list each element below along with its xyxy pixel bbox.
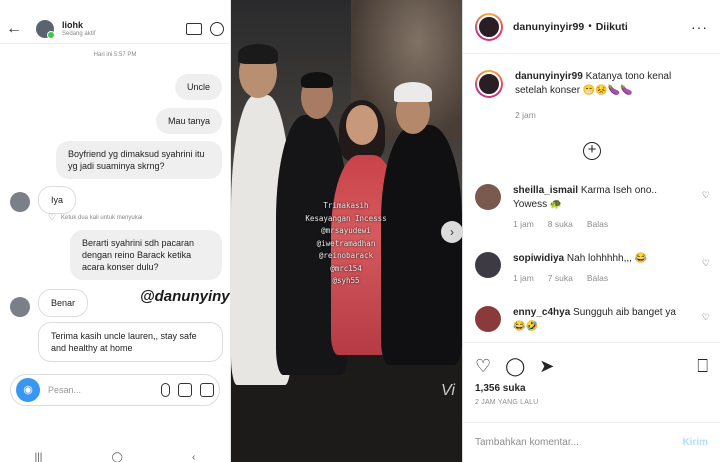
sender-avatar	[10, 192, 30, 212]
gallery-icon[interactable]	[178, 383, 192, 397]
load-more-icon[interactable]: +	[583, 142, 601, 160]
menu-icon[interactable]: |||	[35, 452, 43, 462]
dm-screenshot: ← liohk Sedang aktif Hari ini 5:57 PM Un…	[0, 0, 231, 462]
back-arrow-icon[interactable]: ←	[6, 20, 26, 38]
caption-avatar[interactable]	[475, 70, 503, 98]
comment-username[interactable]: sopiwidiya	[513, 253, 564, 264]
comment-bubble-icon[interactable]: ◯	[505, 357, 525, 375]
chat-time-label: Hari ini 5:57 PM	[93, 52, 137, 58]
post-time: 2 JAM YANG LALU	[475, 399, 539, 406]
contact-status: Sedang aktif	[62, 31, 96, 37]
double-tap-hint: ♡ Ketuk dua kali untuk menyukai	[48, 213, 142, 222]
caption-line: @iwetramadhan	[316, 238, 376, 248]
add-comment-bar: Tambahkan komentar... Kirim	[463, 422, 720, 462]
info-icon[interactable]	[210, 21, 224, 36]
message-composer: ◉ Pesan...	[10, 374, 220, 406]
corner-text: Vi	[441, 382, 455, 399]
comment-item: enny_c4hya Sungguh aib banget ya 😂🤣 ♡	[475, 306, 710, 334]
post-caption: danunyinyir99 Katanya tono kenal setelah…	[475, 70, 710, 122]
comment-avatar[interactable]	[475, 306, 501, 332]
comment-time: 1 jam	[513, 273, 534, 283]
image-caption: Trimakasih Kesayangan Incesss @mrsayudew…	[276, 200, 416, 288]
likes-count[interactable]: 1,356 suka	[463, 375, 720, 394]
account-name[interactable]: danunyinyir99	[513, 21, 584, 33]
microphone-icon[interactable]	[161, 383, 170, 397]
caption-line: @reinobarack	[318, 251, 374, 260]
comment-input[interactable]: Tambahkan komentar...	[475, 437, 682, 448]
contact-name[interactable]: liohk	[62, 20, 178, 30]
hint-text: Ketuk dua kali untuk menyukai	[61, 214, 143, 221]
home-icon[interactable]: ◯	[112, 452, 123, 462]
video-call-icon[interactable]	[186, 22, 202, 35]
comment-item: sopiwidiya Nah lohhhhh,,, 😂 1 jam 7 suka…	[475, 252, 710, 285]
post-header: danunyinyir99 • Diikuti ···	[463, 0, 720, 54]
composite-frame: ← liohk Sedang aktif Hari ini 5:57 PM Un…	[0, 0, 720, 462]
share-send-icon[interactable]: ➤	[539, 357, 554, 375]
reply-button[interactable]: Balas	[587, 217, 608, 231]
comment-avatar[interactable]	[475, 252, 501, 278]
sticker-icon[interactable]	[200, 383, 214, 397]
system-navbar: ||| ◯ ‹	[0, 452, 230, 462]
camera-icon[interactable]: ◉	[16, 378, 40, 402]
message-input[interactable]: Pesan...	[48, 385, 153, 395]
message-bubble: Terima kasih uncle lauren,, stay safe an…	[38, 322, 223, 362]
caption-line: @syh55	[332, 276, 360, 285]
more-options-icon[interactable]: ···	[691, 19, 708, 35]
profile-avatar[interactable]	[475, 12, 503, 41]
instagram-panel: danunyinyir99 • Diikuti ··· danunyinyir9…	[462, 0, 720, 462]
post-image[interactable]: Trimakasih Kesayangan Incesss @mrsayudew…	[231, 0, 462, 462]
comment-text: Nah lohhhhh,,, 😂	[566, 253, 648, 264]
comment-username[interactable]: enny_c4hya	[513, 307, 570, 318]
message-bubble: Mau tanya	[155, 108, 222, 134]
message-bubble: Uncle	[174, 74, 222, 100]
send-button[interactable]: Kirim	[682, 437, 708, 448]
bookmark-icon[interactable]: ⎕	[697, 357, 708, 375]
comment-likes[interactable]: 8 suka	[548, 217, 573, 231]
message-bubble: Benar	[38, 289, 89, 317]
comment-time: 1 jam	[513, 219, 534, 229]
next-arrow-icon[interactable]: ›	[441, 221, 462, 243]
caption-username[interactable]: danunyinyir99	[515, 71, 583, 82]
caption-line: @mrc154	[330, 263, 362, 273]
comment-like-icon[interactable]: ♡	[702, 258, 710, 269]
heart-icon[interactable]: ♡	[48, 213, 57, 222]
like-heart-icon[interactable]: ♡	[475, 357, 491, 375]
comment-username[interactable]: sheilla_ismail	[513, 185, 578, 196]
caption-line: Trimakasih	[323, 201, 369, 210]
comment-likes[interactable]: 7 suka	[548, 271, 573, 285]
message-bubble: Iya	[38, 186, 77, 214]
reply-button[interactable]: Balas	[587, 271, 608, 285]
caption-line: @mrsayudewi	[321, 226, 371, 235]
comment-like-icon[interactable]: ♡	[702, 190, 710, 201]
caption-line: Kesayangan Incesss	[305, 213, 387, 223]
message-bubble: Boyfriend yg dimaksud syahrini itu yg ja…	[56, 141, 222, 179]
watermark: @danunyinyir99	[140, 288, 230, 305]
caption-time: 2 jam	[515, 110, 536, 120]
message-bubble: Berarti syahrini sdh pacaran dengan rein…	[70, 230, 222, 280]
dm-header: ← liohk Sedang aktif	[0, 14, 230, 44]
contact-avatar[interactable]	[36, 19, 55, 39]
back-icon[interactable]: ‹	[192, 452, 195, 462]
comment-avatar[interactable]	[475, 184, 501, 210]
follow-button[interactable]: Diikuti	[596, 21, 628, 33]
separator-dot: •	[588, 21, 592, 32]
sender-avatar	[10, 297, 30, 317]
comment-item: sheilla_ismail Karma Iseh ono.. Yowess 🐢…	[475, 184, 710, 231]
comment-like-icon[interactable]: ♡	[702, 312, 710, 323]
